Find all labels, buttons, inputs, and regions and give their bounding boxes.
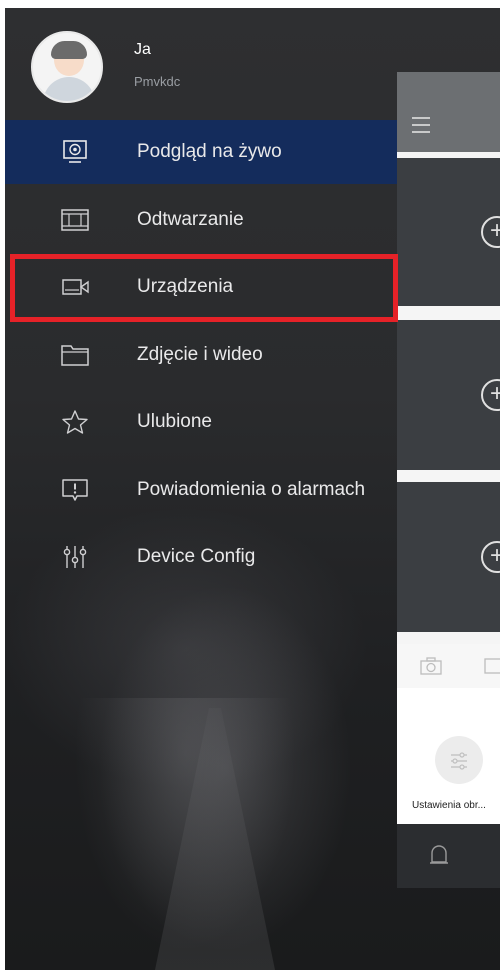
add-camera-icon[interactable]: +	[481, 541, 500, 573]
bottom-nav-bar	[397, 824, 500, 888]
main-screen-preview[interactable]: + + + Ustawienia obr...	[397, 72, 500, 888]
folder-icon	[60, 342, 90, 368]
image-settings-button[interactable]	[435, 736, 483, 784]
main-header-bar	[397, 72, 500, 152]
sliders-icon	[60, 544, 90, 570]
menu-label-playback: Odtwarzanie	[137, 209, 244, 230]
menu-label-live-view: Podgląd na żywo	[137, 141, 282, 162]
avatar[interactable]	[31, 31, 103, 103]
side-drawer: Ja Pmvkdc Podgląd na żywo Odtwarzanie Ur…	[5, 8, 500, 970]
add-camera-icon[interactable]: +	[481, 216, 500, 248]
menu-label-device-config: Device Config	[137, 546, 256, 567]
menu-label-favorites: Ulubione	[137, 411, 212, 432]
settings-sliders-icon	[451, 752, 467, 770]
star-icon	[60, 409, 90, 435]
film-icon	[60, 207, 90, 233]
menu-label-photos-videos: Zdjęcie i wideo	[137, 344, 263, 365]
video-cell[interactable]: +	[397, 158, 500, 306]
user-name[interactable]: Ja	[134, 41, 151, 59]
menu-item-photos-videos[interactable]: Zdjęcie i wideo	[5, 323, 400, 387]
add-camera-icon[interactable]: +	[481, 379, 500, 411]
menu-item-alarm-notifications[interactable]: Powiadomienia o alarmach	[5, 458, 400, 522]
highlight-box-devices	[10, 254, 398, 322]
record-icon[interactable]	[483, 656, 500, 681]
hamburger-menu-icon[interactable]	[411, 116, 431, 139]
menu-item-playback[interactable]: Odtwarzanie	[5, 188, 400, 252]
image-settings-label: Ustawienia obr...	[412, 800, 486, 811]
alarm-bell-icon[interactable]	[427, 844, 451, 871]
menu-item-favorites[interactable]: Ulubione	[5, 390, 400, 454]
video-cell[interactable]: +	[397, 482, 500, 632]
camera-snapshot-icon[interactable]	[419, 656, 443, 681]
toolbar	[397, 644, 500, 688]
menu-item-device-config[interactable]: Device Config	[5, 525, 400, 589]
menu-item-live-view[interactable]: Podgląd na żywo	[5, 120, 400, 184]
video-cell[interactable]: +	[397, 320, 500, 470]
alarm-message-icon	[60, 477, 90, 503]
monitor-icon	[60, 139, 90, 165]
user-subtitle: Pmvkdc	[134, 74, 181, 89]
menu-label-alarm-notifications: Powiadomienia o alarmach	[137, 479, 366, 500]
